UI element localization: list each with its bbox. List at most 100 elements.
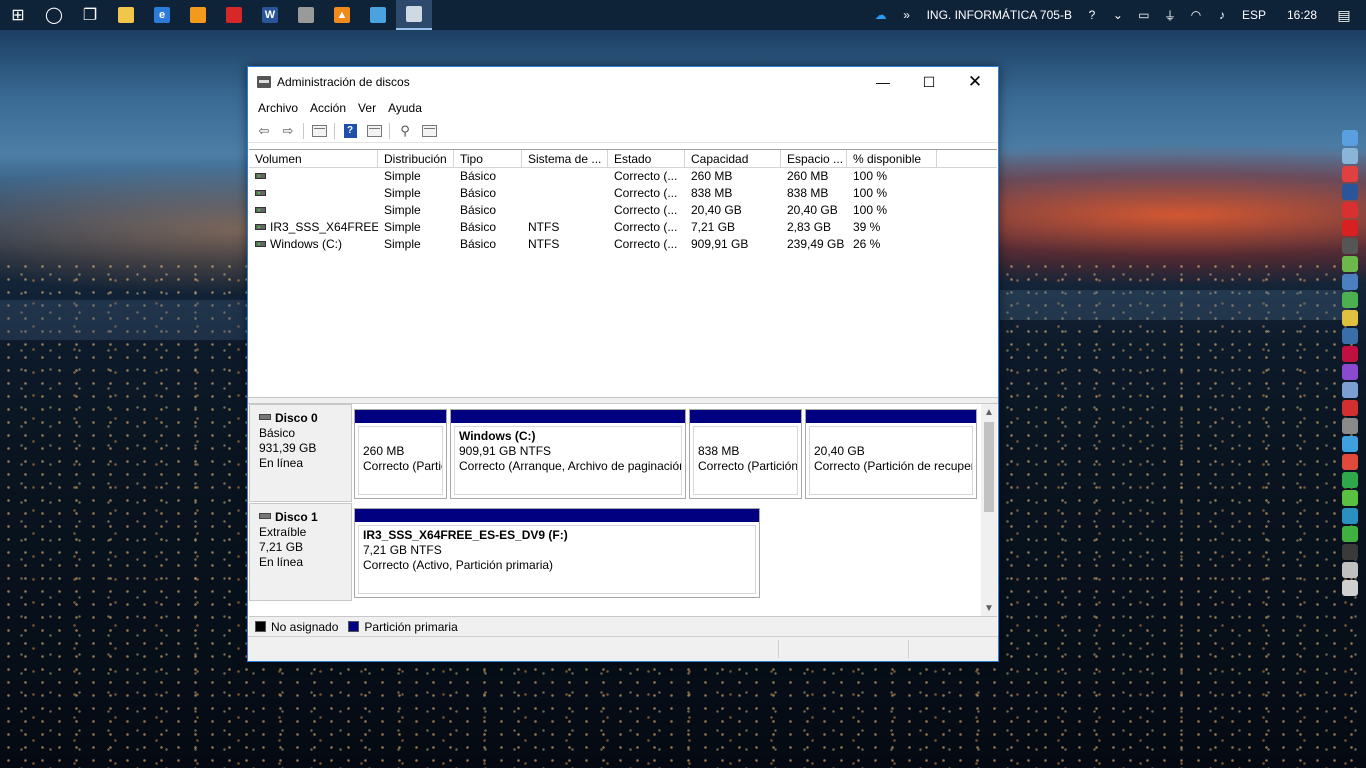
table-row[interactable]: Windows (C:) Simple Básico NTFS Correcto (..… bbox=[249, 236, 997, 253]
desktop-shortcut-icon[interactable] bbox=[1342, 148, 1358, 164]
desktop-shortcut-icon[interactable] bbox=[1342, 274, 1358, 290]
vlc-icon: ▲ bbox=[334, 7, 350, 23]
table-row[interactable]: IR3_SSS_X64FREE_... Simple Básico NTFS Corre… bbox=[249, 219, 997, 236]
toolbar-separator bbox=[334, 122, 335, 139]
menu-ayuda[interactable]: Ayuda bbox=[382, 101, 428, 115]
desktop-shortcut-icon[interactable] bbox=[1342, 400, 1358, 416]
desktop-shortcut-icon[interactable] bbox=[1342, 292, 1358, 308]
rescan-icon[interactable]: ⚲ bbox=[395, 122, 415, 140]
table-row[interactable]: Simple Básico Correcto (... 838 MB 838 MB 100… bbox=[249, 185, 997, 202]
desktop-shortcut-icon[interactable] bbox=[1342, 310, 1358, 326]
desktop-shortcut-icon[interactable] bbox=[1342, 508, 1358, 524]
desktop-shortcut-icon[interactable] bbox=[1342, 544, 1358, 560]
menu-accion[interactable]: Acción bbox=[304, 101, 352, 115]
chevron-down-icon[interactable]: ⌄ bbox=[1110, 8, 1126, 22]
desktop-shortcut-icon[interactable] bbox=[1342, 436, 1358, 452]
partition[interactable]: IR3_SSS_X64FREE_ES-ES_DV9 (F:) 7,21 GB NT… bbox=[354, 508, 760, 598]
desktop-shortcut-icon[interactable] bbox=[1342, 472, 1358, 488]
column-header[interactable]: Espacio ... bbox=[781, 150, 847, 168]
cortana-button[interactable]: ◯ bbox=[36, 0, 72, 30]
edge-app[interactable]: e bbox=[144, 0, 180, 30]
task-view-button[interactable]: ❐ bbox=[72, 0, 108, 30]
language-indicator[interactable]: ESP bbox=[1242, 8, 1266, 22]
settings-list-icon[interactable] bbox=[419, 122, 439, 140]
vlc-app[interactable]: ▲ bbox=[324, 0, 360, 30]
properties-icon[interactable] bbox=[309, 122, 329, 140]
column-header[interactable]: Estado bbox=[608, 150, 685, 168]
start-button[interactable]: ⊞ bbox=[0, 0, 36, 30]
pane-splitter[interactable] bbox=[248, 397, 998, 404]
desktop-shortcut-icon[interactable] bbox=[1342, 580, 1358, 596]
table-cell-espacio: 20,40 GB bbox=[787, 203, 838, 217]
desktop-shortcut-icon[interactable] bbox=[1342, 256, 1358, 272]
column-header[interactable]: Capacidad bbox=[685, 150, 781, 168]
table-row[interactable]: Simple Básico Correcto (... 20,40 GB 20,40 G… bbox=[249, 202, 997, 219]
action-center-icon[interactable]: ▤ bbox=[1336, 7, 1352, 23]
desktop-shortcut-icon[interactable] bbox=[1342, 364, 1358, 380]
desktop-shortcut-icon[interactable] bbox=[1342, 166, 1358, 182]
column-header[interactable]: Sistema de ... bbox=[522, 150, 608, 168]
table-cell-sistema bbox=[522, 185, 608, 202]
onedrive-icon[interactable]: ☁ bbox=[873, 8, 889, 22]
back-arrow-icon[interactable]: ⇦ bbox=[254, 122, 274, 140]
table-cell-sistema bbox=[522, 168, 608, 185]
media-player-app[interactable] bbox=[180, 0, 216, 30]
title-bar[interactable]: Administración de discos — ☐ ✕ bbox=[248, 67, 998, 97]
maximize-button[interactable]: ☐ bbox=[906, 67, 952, 97]
wifi-icon[interactable]: ◠ bbox=[1188, 8, 1204, 22]
help-icon[interactable]: ? bbox=[1084, 8, 1100, 22]
desktop-shortcut-icon[interactable] bbox=[1342, 526, 1358, 542]
file-explorer-app[interactable] bbox=[108, 0, 144, 30]
minimize-button[interactable]: — bbox=[860, 67, 906, 97]
desktop-shortcut-icon[interactable] bbox=[1342, 382, 1358, 398]
close-button[interactable]: ✕ bbox=[952, 67, 998, 97]
clock[interactable]: 16:28 bbox=[1287, 8, 1317, 22]
show-hidden-icons-icon[interactable]: » bbox=[899, 8, 915, 22]
desktop-shortcut-icon[interactable] bbox=[1342, 562, 1358, 578]
scroll-up-icon[interactable]: ▲ bbox=[981, 404, 997, 420]
partition[interactable]: 838 MB Correcto (Partición bbox=[689, 409, 802, 499]
desktop-shortcut-icon[interactable] bbox=[1342, 454, 1358, 470]
window-title: Administración de discos bbox=[277, 75, 410, 89]
drive-icon bbox=[255, 223, 266, 230]
status-bar bbox=[248, 636, 998, 661]
column-header[interactable]: Tipo bbox=[454, 150, 522, 168]
red-circle-app[interactable] bbox=[216, 0, 252, 30]
pen-app[interactable] bbox=[288, 0, 324, 30]
disk-management-app[interactable] bbox=[396, 0, 432, 30]
network-name[interactable]: ING. INFORMÁTICA 705-B bbox=[927, 8, 1072, 22]
partition[interactable]: 260 MB Correcto (Partic bbox=[354, 409, 447, 499]
desktop-shortcut-icon[interactable] bbox=[1342, 418, 1358, 434]
scroll-down-icon[interactable]: ▼ bbox=[981, 600, 997, 616]
menu-ver[interactable]: Ver bbox=[352, 101, 382, 115]
battery-icon[interactable]: ▭ bbox=[1136, 8, 1152, 22]
desktop-shortcut-icon[interactable] bbox=[1342, 490, 1358, 506]
menu-archivo[interactable]: Archivo bbox=[252, 101, 304, 115]
partition[interactable]: Windows (C:) 909,91 GB NTFS Correcto (Arra… bbox=[450, 409, 686, 499]
word-app[interactable]: W bbox=[252, 0, 288, 30]
partition[interactable]: 20,40 GB Correcto (Partición de recuper bbox=[805, 409, 977, 499]
forward-arrow-icon[interactable]: ⇨ bbox=[278, 122, 298, 140]
help-icon[interactable]: ? bbox=[340, 122, 360, 140]
view-icon[interactable] bbox=[364, 122, 384, 140]
wallpaper-water bbox=[0, 300, 250, 340]
column-header[interactable]: Volumen bbox=[249, 150, 378, 168]
desktop-shortcut-icon[interactable] bbox=[1342, 328, 1358, 344]
volume-icon[interactable]: ♪ bbox=[1214, 8, 1230, 22]
disk-label[interactable]: Disco 0 Básico 931,39 GB En línea bbox=[249, 404, 352, 502]
desktop-shortcut-icon[interactable] bbox=[1342, 184, 1358, 200]
usb-icon[interactable]: ⏚ bbox=[1162, 8, 1178, 23]
scrollbar-thumb[interactable] bbox=[984, 422, 994, 512]
control-panel-app[interactable] bbox=[360, 0, 396, 30]
disk-label[interactable]: Disco 1 Extraíble 7,21 GB En línea bbox=[249, 503, 352, 601]
desktop-shortcut-icon[interactable] bbox=[1342, 202, 1358, 218]
vertical-scrollbar[interactable]: ▲ ▼ bbox=[981, 404, 997, 616]
table-row[interactable]: Simple Básico Correcto (... 260 MB 260 MB 100… bbox=[249, 168, 997, 185]
column-header[interactable]: Distribución bbox=[378, 150, 454, 168]
desktop-shortcut-icon[interactable] bbox=[1342, 346, 1358, 362]
toolbar: ⇦ ⇨ ? ⚲ bbox=[248, 119, 998, 143]
desktop-shortcut-icon[interactable] bbox=[1342, 220, 1358, 236]
column-header[interactable]: % disponible bbox=[847, 150, 937, 168]
desktop-shortcut-icon[interactable] bbox=[1342, 130, 1358, 146]
desktop-shortcut-icon[interactable] bbox=[1342, 238, 1358, 254]
